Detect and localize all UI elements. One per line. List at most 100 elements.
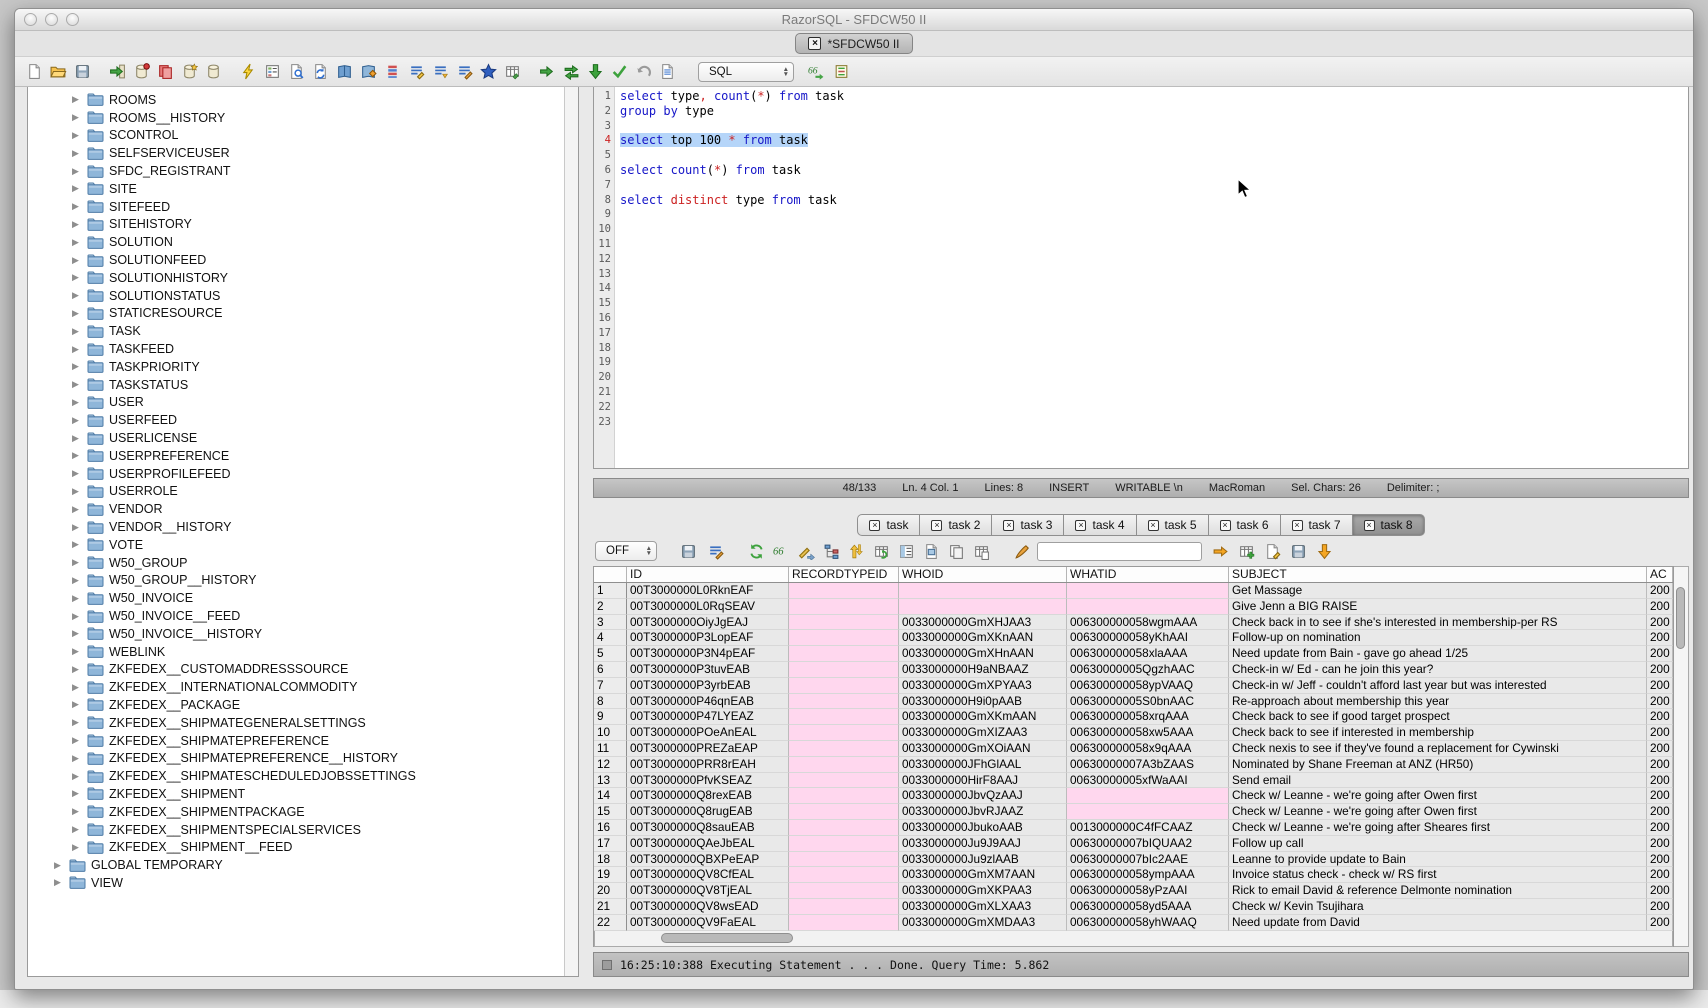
table-cell[interactable]: 006300000058xlaAAA <box>1067 646 1229 662</box>
tree-item-label[interactable]: TASKFEED <box>109 342 174 356</box>
result-tab-task-2[interactable]: ×task 2 <box>920 514 992 536</box>
table-cell[interactable]: 200 <box>1647 757 1673 773</box>
table-cell[interactable]: 200 <box>1647 915 1673 931</box>
tree-item-label[interactable]: ZKFEDEX__INTERNATIONALCOMMODITY <box>109 680 357 694</box>
tree-item-label[interactable]: ZKFEDEX__SHIPMENT__FEED <box>109 840 292 854</box>
table-cell[interactable]: Check w/ Leanne - we're going after Owen… <box>1229 788 1647 804</box>
table-cell[interactable]: Re-approach about membership this year <box>1229 694 1647 710</box>
table-cell[interactable] <box>899 599 1067 615</box>
table-cell[interactable]: 00T3000000QV8TjEAL <box>627 883 789 899</box>
table-cell[interactable]: 200 <box>1647 867 1673 883</box>
edit-pencil-icon[interactable] <box>706 542 725 561</box>
tree-item-label[interactable]: VOTE <box>109 538 143 552</box>
sql-editor[interactable]: 1234567891011121314151617181920212223 se… <box>593 87 1689 469</box>
tree-item[interactable]: ▶SITEHISTORY <box>28 216 564 234</box>
table-cell[interactable]: 0033000000GmXKmAAN <box>899 709 1067 725</box>
table-cell[interactable] <box>789 646 899 662</box>
table-row[interactable]: 900T3000000P47LYEAZ0033000000GmXKmAAN006… <box>594 709 1673 725</box>
row-limit-dropdown[interactable]: OFF ▲▼ <box>595 541 657 561</box>
table-cell[interactable] <box>789 852 899 868</box>
disclosure-triangle-icon[interactable]: ▶ <box>72 166 82 177</box>
result-tab-task[interactable]: ×task <box>857 514 920 536</box>
table-cell[interactable]: 00T3000000PRR8rEAH <box>627 757 789 773</box>
history-doc-icon[interactable] <box>658 62 677 81</box>
tree-item[interactable]: ▶ USER <box>28 394 564 412</box>
tree-item[interactable]: ▶VIEW <box>28 874 564 892</box>
table-cell[interactable]: Check w/ Leanne - we're going after Owen… <box>1229 804 1647 820</box>
table-cell[interactable]: 200 <box>1647 836 1673 852</box>
save-file-icon[interactable] <box>73 62 92 81</box>
table-cell[interactable]: 0033000000GmXMDAA3 <box>899 915 1067 931</box>
new-file-icon[interactable] <box>25 62 44 81</box>
tree-item[interactable]: ▶ZKFEDEX__SHIPMATEPREFERENCE__HISTORY <box>28 749 564 767</box>
tree-item[interactable]: ▶ VOTE <box>28 536 564 554</box>
table-row[interactable]: 100T3000000L0RknEAFGet Massage200 <box>594 583 1673 599</box>
table-cell[interactable]: 0033000000GmXIZAA3 <box>899 725 1067 741</box>
table-cell[interactable]: 006300000058x9qAAA <box>1067 741 1229 757</box>
tree-item-label[interactable]: VENDOR <box>109 502 162 516</box>
table-cell[interactable] <box>789 836 899 852</box>
tree-item-label[interactable]: SOLUTIONHISTORY <box>109 271 228 285</box>
tree-item[interactable]: ▶W50_INVOICE <box>28 589 564 607</box>
download-arrow-icon[interactable] <box>1315 542 1334 561</box>
result-tab-task-5[interactable]: ×task 5 <box>1137 514 1209 536</box>
tree-item[interactable]: ▶SOLUTIONSTATUS <box>28 287 564 305</box>
tree-item[interactable]: ▶SOLUTIONHISTORY <box>28 269 564 287</box>
disclosure-triangle-icon[interactable]: ▶ <box>72 646 82 657</box>
result-tab-task-6[interactable]: ×task 6 <box>1209 514 1281 536</box>
table-cell[interactable] <box>1067 788 1229 804</box>
table-cell[interactable]: 00630000005xfWaAAI <box>1067 773 1229 789</box>
table-cell[interactable]: Leanne to provide update to Bain <box>1229 852 1647 868</box>
horizontal-scrollbar[interactable] <box>594 931 1673 947</box>
table-cell[interactable] <box>789 741 899 757</box>
tree-item[interactable]: ▶TASKSTATUS <box>28 376 564 394</box>
tree-item[interactable]: ▶ROOMS__HISTORY <box>28 109 564 127</box>
result-tab-task-3[interactable]: ×task 3 <box>992 514 1064 536</box>
status-stop-icon[interactable] <box>602 960 612 970</box>
table-cell[interactable]: 200 <box>1647 599 1673 615</box>
table-row[interactable]: 600T3000000P3tuvEAB0033000000H9aNBAAZ006… <box>594 662 1673 678</box>
table-cell[interactable]: 00630000007A3bZAAS <box>1067 757 1229 773</box>
disclosure-triangle-icon[interactable]: ▶ <box>72 611 82 622</box>
form-view-icon[interactable] <box>897 542 916 561</box>
zoom-window-icon[interactable] <box>66 13 79 26</box>
disclosure-triangle-icon[interactable]: ▶ <box>72 539 82 550</box>
table-cell[interactable]: 200 <box>1647 630 1673 646</box>
table-row[interactable]: 300T3000000OiyJgEAJ0033000000GmXHJAA3006… <box>594 615 1673 631</box>
tree-item[interactable]: ▶TASKFEED <box>28 340 564 358</box>
table-cell[interactable]: 00T3000000L0RqSEAV <box>627 599 789 615</box>
vertical-scrollbar-thumb[interactable] <box>1676 587 1685 649</box>
glasses-small-icon[interactable]: 66 <box>772 542 791 561</box>
connect-profile-icon[interactable] <box>132 62 151 81</box>
disclosure-triangle-icon[interactable]: ▶ <box>72 255 82 266</box>
table-row[interactable]: 1200T3000000PRR8rEAH0033000000JFhGlAAL00… <box>594 757 1673 773</box>
table-cell[interactable]: Check w/ Leanne - we're going after Shea… <box>1229 820 1647 836</box>
column-header-rownum[interactable] <box>594 567 627 582</box>
row-number-cell[interactable]: 2 <box>594 599 627 615</box>
undo-icon[interactable] <box>634 62 653 81</box>
table-cell[interactable]: 200 <box>1647 741 1673 757</box>
table-cell[interactable] <box>789 694 899 710</box>
tree-item[interactable]: ▶W50_GROUP__HISTORY <box>28 572 564 590</box>
disclosure-triangle-icon[interactable]: ▶ <box>72 237 82 248</box>
table-cell[interactable]: 006300000058yd5AAA <box>1067 899 1229 915</box>
tree-item[interactable]: ▶USERROLE <box>28 483 564 501</box>
tree-item-label[interactable]: ZKFEDEX__CUSTOMADDRESSSOURCE <box>109 662 348 676</box>
tree-item[interactable]: ▶GLOBAL TEMPORARY <box>28 856 564 874</box>
result-tab-task-4[interactable]: ×task 4 <box>1064 514 1136 536</box>
table-cell[interactable] <box>789 599 899 615</box>
disclosure-triangle-icon[interactable]: ▶ <box>72 397 82 408</box>
disclosure-triangle-icon[interactable]: ▶ <box>72 130 82 141</box>
tree-item-label[interactable]: SFDC_REGISTRANT <box>109 164 231 178</box>
table-cell[interactable]: Invoice status check - check w/ RS first <box>1229 867 1647 883</box>
tree-item-label[interactable]: STATICRESOURCE <box>109 306 222 320</box>
table-cell[interactable]: 00T3000000P3LopEAF <box>627 630 789 646</box>
close-window-icon[interactable] <box>24 13 37 26</box>
table-cell[interactable]: 00T3000000PfvKSEAZ <box>627 773 789 789</box>
tree-item-label[interactable]: USER <box>109 395 144 409</box>
row-number-cell[interactable]: 13 <box>594 773 627 789</box>
tree-item-label[interactable]: USERPREFERENCE <box>109 449 229 463</box>
table-cell[interactable]: 200 <box>1647 773 1673 789</box>
table-row[interactable]: 1400T3000000Q8rexEAB0033000000JbvQzAAJCh… <box>594 788 1673 804</box>
disclosure-triangle-icon[interactable]: ▶ <box>72 771 82 782</box>
